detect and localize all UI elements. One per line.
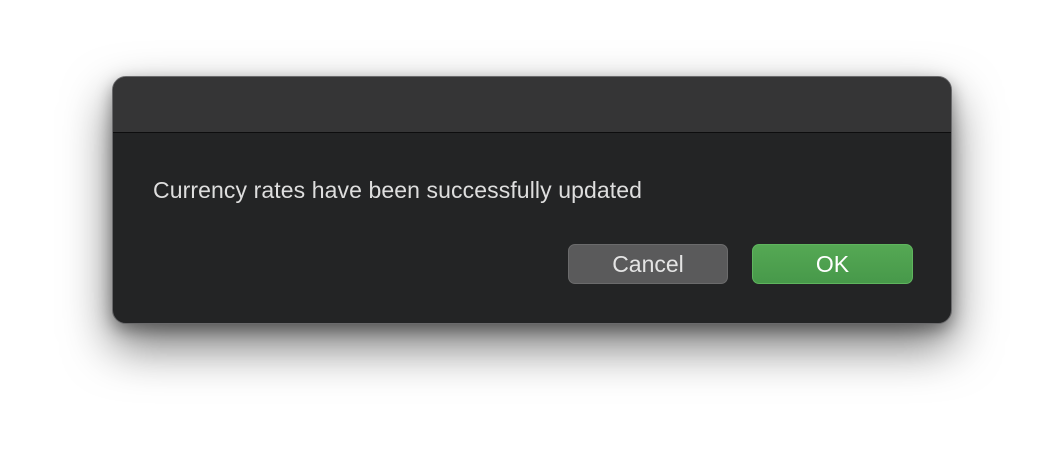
dialog-titlebar[interactable] (113, 77, 951, 133)
alert-dialog: Currency rates have been successfully up… (112, 76, 952, 324)
ok-button[interactable]: OK (752, 244, 913, 284)
dialog-message: Currency rates have been successfully up… (153, 177, 643, 203)
cancel-button[interactable]: Cancel (568, 244, 728, 284)
desktop-background: Currency rates have been successfully up… (0, 0, 1064, 472)
